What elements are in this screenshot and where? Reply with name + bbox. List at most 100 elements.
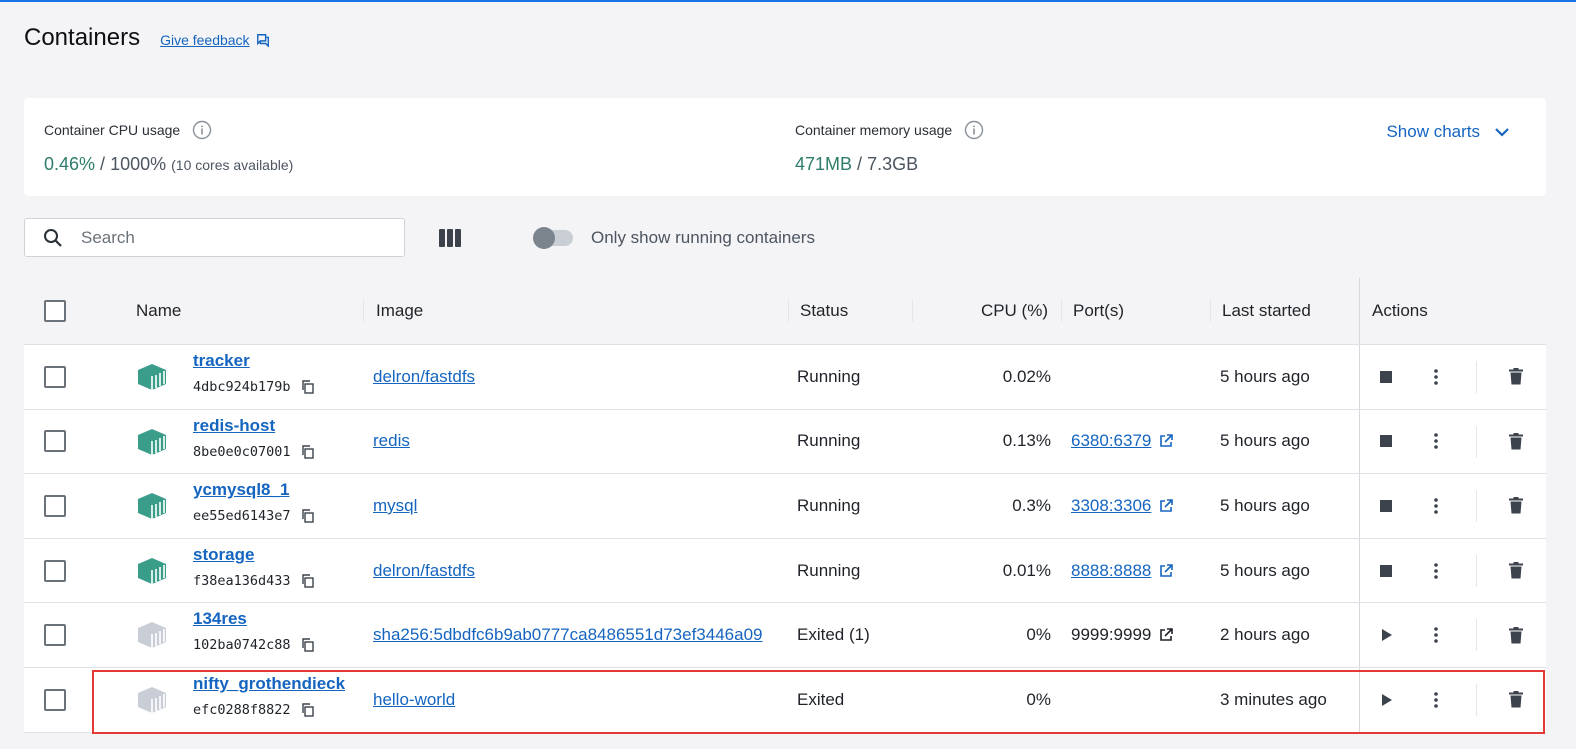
- stop-icon: [1380, 370, 1392, 383]
- last-started-text: 5 hours ago: [1220, 366, 1310, 386]
- more-vertical-icon: [1434, 433, 1438, 450]
- start-button[interactable]: [1374, 688, 1398, 712]
- column-header-name[interactable]: Name: [136, 278, 181, 344]
- more-actions-button[interactable]: [1424, 688, 1448, 712]
- container-running-icon: [138, 493, 166, 520]
- image-link[interactable]: redis: [373, 431, 410, 451]
- trash-icon: [1509, 432, 1523, 450]
- image-link[interactable]: sha256:5dbdfc6b9ab0777ca8486551d73ef3446…: [373, 625, 763, 645]
- more-actions-button[interactable]: [1424, 623, 1448, 647]
- show-charts-button[interactable]: Show charts: [1386, 122, 1510, 142]
- row-checkbox[interactable]: [44, 365, 66, 388]
- stop-button[interactable]: [1374, 559, 1398, 583]
- running-only-label: Only show running containers: [591, 227, 815, 247]
- column-header-actions: Actions: [1372, 301, 1428, 320]
- search-box[interactable]: [24, 218, 405, 257]
- delete-button[interactable]: [1504, 559, 1528, 583]
- last-started-text: 5 hours ago: [1220, 560, 1310, 580]
- external-link-icon[interactable]: [1159, 563, 1174, 578]
- port-link[interactable]: 3308:3306: [1071, 496, 1151, 516]
- more-actions-button[interactable]: [1424, 365, 1448, 389]
- search-input[interactable]: [79, 226, 379, 249]
- page-header: Containers Give feedback: [24, 24, 270, 52]
- external-link-icon[interactable]: [1159, 434, 1174, 448]
- copy-icon[interactable]: [301, 444, 315, 459]
- delete-button[interactable]: [1504, 365, 1528, 389]
- show-charts-label: Show charts: [1386, 122, 1480, 141]
- more-actions-button[interactable]: [1424, 494, 1448, 518]
- column-header-status[interactable]: Status: [800, 278, 848, 344]
- row-checkbox[interactable]: [44, 688, 66, 711]
- column-header-ports[interactable]: Port(s): [1073, 278, 1124, 344]
- more-actions-button[interactable]: [1424, 429, 1448, 453]
- container-name-link[interactable]: nifty_grothendieck: [193, 674, 345, 694]
- port-link[interactable]: 6380:6379: [1071, 431, 1151, 451]
- copy-icon[interactable]: [301, 509, 315, 523]
- stop-icon: [1380, 499, 1392, 512]
- delete-button[interactable]: [1504, 623, 1528, 647]
- row-checkbox[interactable]: [44, 559, 66, 582]
- image-link[interactable]: mysql: [373, 496, 417, 516]
- cpu-value: 0.02%: [1002, 366, 1051, 386]
- image-link[interactable]: hello-world: [373, 690, 455, 710]
- play-icon: [1382, 629, 1392, 642]
- stop-button[interactable]: [1374, 365, 1398, 389]
- stop-icon: [1380, 564, 1392, 577]
- running-only-toggle[interactable]: [533, 226, 573, 249]
- status-text: Running: [797, 366, 861, 386]
- give-feedback-link[interactable]: Give feedback: [160, 32, 270, 48]
- delete-button[interactable]: [1504, 688, 1528, 712]
- container-name-link[interactable]: redis-host: [193, 416, 315, 436]
- select-all-checkbox[interactable]: [44, 300, 66, 322]
- external-link-icon[interactable]: [1159, 499, 1174, 513]
- container-exited-icon: [138, 622, 166, 649]
- chevron-down-icon: [1495, 128, 1509, 137]
- container-running-icon: [138, 364, 166, 390]
- image-link[interactable]: delron/fastdfs: [373, 561, 475, 581]
- page-title: Containers: [24, 24, 141, 51]
- external-link-icon[interactable]: [1159, 628, 1174, 642]
- delete-button[interactable]: [1504, 494, 1528, 518]
- column-header-image[interactable]: Image: [376, 278, 423, 344]
- column-settings-button[interactable]: [435, 223, 465, 253]
- cpu-cores-note: (10 cores available): [171, 157, 294, 173]
- delete-button[interactable]: [1504, 429, 1528, 453]
- copy-icon[interactable]: [301, 703, 315, 717]
- more-vertical-icon: [1434, 498, 1438, 514]
- last-started-text: 5 hours ago: [1220, 495, 1310, 515]
- search-icon: [44, 228, 62, 247]
- copy-icon[interactable]: [301, 574, 315, 588]
- info-icon[interactable]: [964, 120, 984, 140]
- last-started-text: 5 hours ago: [1220, 431, 1310, 451]
- copy-icon[interactable]: [301, 638, 315, 653]
- container-name-link[interactable]: ycmysql8_1: [193, 480, 315, 500]
- cpu-value: 0%: [1026, 689, 1051, 709]
- stop-button[interactable]: [1374, 429, 1398, 453]
- image-link[interactable]: delron/fastdfs: [373, 367, 475, 387]
- more-actions-button[interactable]: [1424, 559, 1448, 583]
- info-icon[interactable]: [192, 120, 212, 140]
- start-button[interactable]: [1374, 623, 1398, 647]
- copy-icon[interactable]: [301, 380, 315, 394]
- cpu-usage-value: 0.46% / 1000% (10 cores available): [44, 154, 294, 174]
- port-text: 9999:9999: [1071, 625, 1152, 645]
- status-text: Running: [797, 495, 861, 515]
- table-row: tracker 4dbc924b179b delron/fastdfs Runn…: [24, 345, 1546, 410]
- container-name-link[interactable]: 134res: [193, 609, 315, 629]
- container-running-icon: [138, 428, 166, 455]
- column-header-last-started[interactable]: Last started: [1222, 278, 1311, 344]
- container-id: f38ea136d433: [193, 572, 291, 589]
- row-checkbox[interactable]: [44, 430, 66, 453]
- status-text: Exited: [797, 689, 845, 709]
- container-name-link[interactable]: tracker: [193, 351, 315, 371]
- row-checkbox[interactable]: [44, 494, 66, 517]
- trash-icon: [1509, 626, 1523, 644]
- column-header-cpu[interactable]: CPU (%): [924, 278, 1048, 344]
- stop-button[interactable]: [1374, 494, 1398, 518]
- play-icon: [1382, 693, 1392, 706]
- more-vertical-icon: [1434, 368, 1438, 385]
- row-checkbox[interactable]: [44, 624, 66, 647]
- memory-usage-label: Container memory usage: [795, 122, 953, 138]
- port-link[interactable]: 8888:8888: [1071, 561, 1151, 581]
- container-name-link[interactable]: storage: [193, 545, 315, 565]
